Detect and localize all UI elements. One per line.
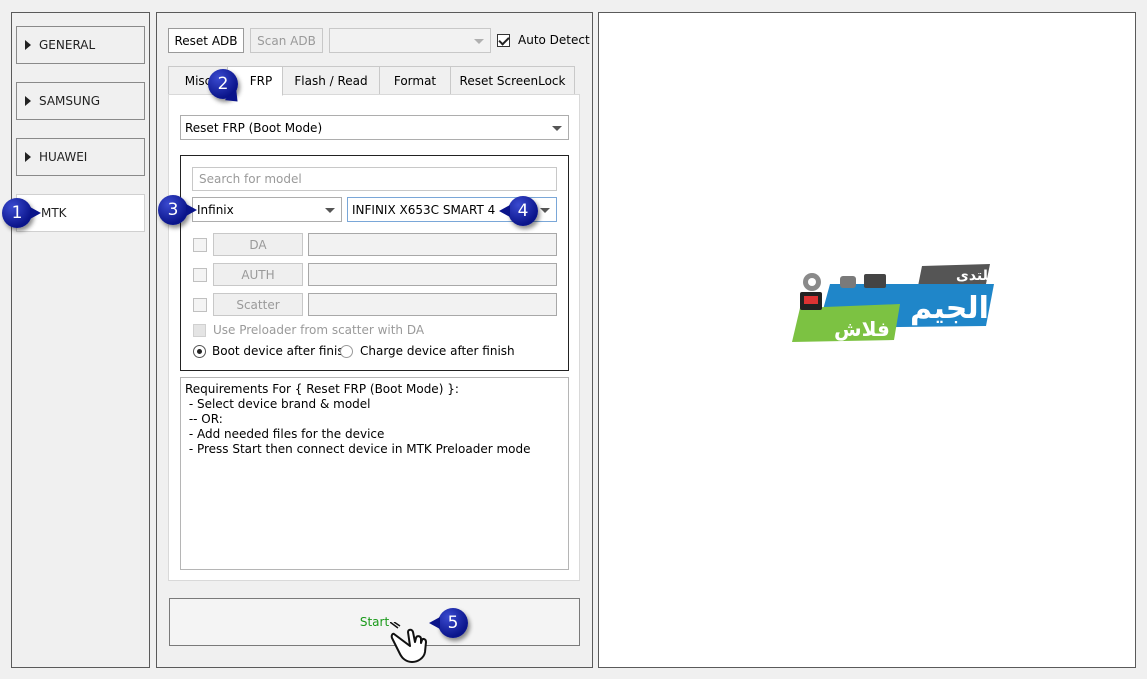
tab-flash-read[interactable]: Flash / Read — [282, 66, 380, 95]
auth-checkbox[interactable] — [193, 268, 207, 282]
sidebar-item-general[interactable]: GENERAL — [16, 26, 145, 64]
logo-sub-text: فلاش — [834, 317, 890, 341]
da-button[interactable]: DA — [213, 233, 303, 256]
tab-reset-screenlock[interactable]: Reset ScreenLock — [450, 66, 575, 95]
sidebar-item-label: GENERAL — [39, 38, 96, 52]
chevron-down-icon — [325, 207, 335, 213]
chevron-down-icon — [474, 38, 484, 44]
frp-operation-select[interactable]: Reset FRP (Boot Mode) — [180, 115, 569, 140]
hand-pointer-icon — [390, 622, 427, 663]
charge-after-finish-radio[interactable] — [340, 345, 353, 358]
category-sidebar: GENERAL SAMSUNG HUAWEI MTK — [11, 12, 150, 668]
sidebar-item-label: MTK — [41, 206, 67, 220]
logo-top-text: ملتدى — [956, 268, 994, 284]
step-marker-5: 5 — [429, 608, 468, 638]
reset-adb-button[interactable]: Reset ADB — [168, 28, 244, 53]
sidebar-item-samsung[interactable]: SAMSUNG — [16, 82, 145, 120]
scatter-path-field[interactable] — [308, 293, 557, 316]
triangle-right-icon — [25, 96, 31, 106]
tab-label: FRP — [249, 74, 273, 88]
charge-after-finish-label: Charge device after finish — [360, 344, 515, 358]
chevron-down-icon — [552, 125, 562, 131]
triangle-right-icon — [25, 152, 31, 162]
auto-detect-checkbox[interactable] — [497, 34, 510, 47]
da-checkbox[interactable] — [193, 238, 207, 252]
frp-operation-value: Reset FRP (Boot Mode) — [185, 120, 323, 135]
brand-select-value: Infinix — [197, 202, 234, 217]
step-marker-3: 3 — [158, 195, 197, 225]
start-button[interactable]: Start — [169, 598, 580, 646]
use-preloader-label: Use Preloader from scatter with DA — [213, 323, 425, 337]
auth-button[interactable]: AUTH — [213, 263, 303, 286]
forum-logo: ملتدى الجيم فلاش — [792, 264, 994, 342]
scatter-button[interactable]: Scatter — [213, 293, 303, 316]
scan-adb-button[interactable]: Scan ADB — [250, 28, 323, 53]
da-path-field[interactable] — [308, 233, 557, 256]
tab-label: Reset ScreenLock — [459, 73, 566, 88]
model-search-input[interactable]: Search for model — [192, 167, 557, 191]
tab-label: Format — [393, 73, 437, 88]
brand-select[interactable]: Infinix — [192, 197, 342, 222]
boot-after-finish-radio[interactable] — [193, 345, 206, 358]
tab-label: Flash / Read — [294, 73, 368, 88]
logo-main-text: الجيم — [910, 291, 989, 326]
boot-after-finish-label: Boot device after finish — [212, 344, 352, 358]
model-select-value: INFINIX X653C SMART 4 — [352, 202, 496, 217]
step-marker-1: 1 — [2, 198, 41, 228]
auto-detect-label: Auto Detect — [518, 33, 590, 47]
scatter-checkbox[interactable] — [193, 298, 207, 312]
use-preloader-checkbox[interactable] — [193, 324, 206, 337]
tab-format[interactable]: Format — [379, 66, 451, 95]
sidebar-item-label: HUAWEI — [39, 150, 88, 164]
triangle-right-icon — [25, 40, 31, 50]
auth-path-field[interactable] — [308, 263, 557, 286]
sidebar-item-label: SAMSUNG — [39, 94, 101, 108]
requirements-text-area[interactable]: Requirements For { Reset FRP (Boot Mode)… — [180, 377, 569, 570]
step-marker-4: 4 — [499, 196, 538, 226]
sidebar-item-huawei[interactable]: HUAWEI — [16, 138, 145, 176]
port-select[interactable] — [329, 28, 491, 53]
step-marker-2: 2 — [208, 69, 238, 99]
chevron-down-icon — [540, 207, 550, 213]
